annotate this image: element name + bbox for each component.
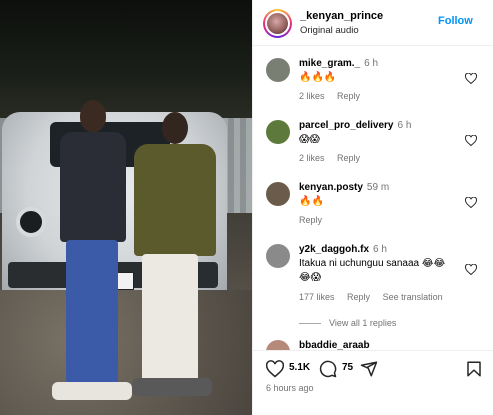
car-headlight-left <box>16 207 46 237</box>
comment-header: mike_gram._ 6 h <box>299 58 378 69</box>
comment-avatar[interactable] <box>266 340 290 350</box>
post-timestamp[interactable]: 6 hours ago <box>266 383 314 393</box>
post-media[interactable] <box>0 0 252 415</box>
person-right <box>128 112 218 407</box>
heart-icon[interactable] <box>465 197 477 208</box>
post-username[interactable]: _kenyan_prince <box>300 10 383 22</box>
divider-line <box>299 323 321 325</box>
reply-button[interactable]: Reply <box>299 215 322 225</box>
see-translation-link[interactable]: See translation <box>383 292 443 302</box>
comment-avatar[interactable] <box>266 244 290 268</box>
comment-time: 6 h <box>397 120 412 131</box>
bookmark-icon[interactable] <box>465 360 483 378</box>
comment-meta: 177 likes Reply See translation <box>299 292 453 302</box>
reply-button[interactable]: Reply <box>337 153 360 163</box>
comment-likes[interactable]: 2 likes <box>299 153 325 163</box>
comment-username[interactable]: parcel_pro_delivery <box>299 120 394 131</box>
heart-icon[interactable] <box>465 73 477 84</box>
comment-meta: Reply <box>299 215 332 225</box>
comment-header: parcel_pro_delivery 6 h <box>299 120 411 131</box>
comment-header: kenyan.posty 59 m <box>299 182 389 193</box>
comment-meta: 2 likes Reply <box>299 91 370 101</box>
view-replies-label: View all 1 replies <box>329 318 397 328</box>
comment-username[interactable]: kenyan.posty <box>299 182 363 193</box>
comment-avatar[interactable] <box>266 182 290 206</box>
like-count[interactable]: 5.1K <box>289 362 310 373</box>
comment-likes[interactable]: 2 likes <box>299 91 325 101</box>
comment-header: y2k_daggoh.fx 6 h <box>299 244 387 255</box>
comments-list[interactable]: mike_gram._ 6 h 🔥🔥🔥 2 likes Reply parcel_… <box>253 46 493 350</box>
follow-button[interactable]: Follow <box>438 15 473 27</box>
comment-text: 🔥🔥🔥 <box>299 72 337 83</box>
reply-button[interactable]: Reply <box>337 91 360 101</box>
comment-count[interactable]: 75 <box>342 362 353 373</box>
comment-username[interactable]: y2k_daggoh.fx <box>299 244 369 255</box>
comment-username[interactable]: bbaddie_araab <box>299 340 370 350</box>
reply-button[interactable]: Reply <box>347 292 370 302</box>
comment-text-line2: 😂😱 <box>299 272 322 283</box>
avatar[interactable] <box>263 9 292 38</box>
comment-time: 6 h <box>373 244 387 255</box>
comment-meta: 2 likes Reply <box>299 153 370 163</box>
comment-time: 6 h <box>364 58 379 69</box>
comment-text: 🔥🔥 <box>299 196 324 207</box>
share-icon[interactable] <box>360 360 378 378</box>
heart-icon[interactable] <box>266 360 284 378</box>
comment-likes[interactable]: 177 likes <box>299 292 335 302</box>
audio-label[interactable]: Original audio <box>300 25 359 36</box>
comment-text: 😱😱 <box>299 134 320 145</box>
person-left <box>52 100 132 405</box>
comment-avatar[interactable] <box>266 58 290 82</box>
comment-icon[interactable] <box>319 360 337 378</box>
comment-text: Itakua ni uchunguu sanaaa 😂😂 <box>299 258 446 269</box>
post-sidebar: _kenyan_prince Original audio Follow mik… <box>252 0 493 415</box>
heart-icon[interactable] <box>465 135 477 146</box>
comment-avatar[interactable] <box>266 120 290 144</box>
comment-username[interactable]: mike_gram._ <box>299 58 360 69</box>
view-replies-link[interactable]: View all 1 replies <box>299 318 396 328</box>
comment-header: bbaddie_araab <box>299 340 370 350</box>
action-bar: 5.1K 75 6 hours ago <box>253 350 493 415</box>
heart-icon[interactable] <box>465 264 477 275</box>
comment-time: 59 m <box>366 182 390 193</box>
post-header: _kenyan_prince Original audio Follow <box>253 0 493 46</box>
